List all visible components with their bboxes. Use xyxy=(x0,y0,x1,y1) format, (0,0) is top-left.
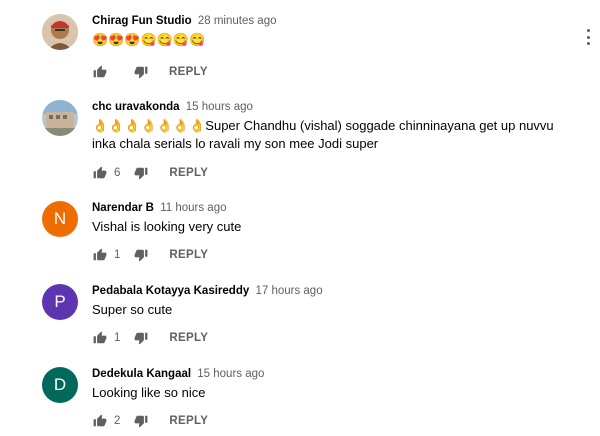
avatar-photo-icon xyxy=(42,14,78,50)
like-count: 2 xyxy=(114,415,121,427)
thumb-down-icon[interactable] xyxy=(133,64,149,80)
comment-actions: 6 REPLY xyxy=(92,163,572,183)
comment-body: chc uravakonda 15 hours ago 👌👌👌👌👌👌👌Super… xyxy=(92,100,572,183)
avatar[interactable]: P xyxy=(42,284,78,320)
reply-button[interactable]: REPLY xyxy=(169,66,208,78)
comment-time[interactable]: 28 minutes ago xyxy=(198,15,277,27)
comment-meta: Pedabala Kotayya Kasireddy 17 hours ago xyxy=(92,284,572,298)
comment-author[interactable]: Narendar B xyxy=(92,202,154,214)
reply-button[interactable]: REPLY xyxy=(169,249,208,261)
comment-author[interactable]: Chirag Fun Studio xyxy=(92,15,192,27)
comment-author[interactable]: Pedabala Kotayya Kasireddy xyxy=(92,285,249,297)
thumb-down-icon[interactable] xyxy=(133,247,149,263)
comment-text: 👌👌👌👌👌👌👌Super Chandhu (vishal) soggade ch… xyxy=(92,118,554,151)
comment-meta: chc uravakonda 15 hours ago xyxy=(92,100,572,114)
like-count: 1 xyxy=(114,249,121,261)
avatar-letter: D xyxy=(53,375,67,394)
avatar[interactable] xyxy=(42,14,78,50)
avatar[interactable]: N xyxy=(42,201,78,237)
avatar-letter: P xyxy=(54,292,66,311)
thumb-up-icon[interactable] xyxy=(92,64,108,80)
comment-actions: 2 REPLY xyxy=(92,411,572,431)
comment-text: Vishal is looking very cute xyxy=(92,219,242,234)
thumb-up-icon[interactable] xyxy=(92,247,108,263)
comment-actions: 1 REPLY xyxy=(92,328,572,348)
comment-time[interactable]: 11 hours ago xyxy=(160,202,226,214)
comment-body: Chirag Fun Studio 28 minutes ago 😍😍😍😋😋😋😋… xyxy=(92,14,572,82)
comment-actions: REPLY xyxy=(92,62,572,82)
comment-time[interactable]: 15 hours ago xyxy=(186,101,253,113)
more-vert-icon[interactable] xyxy=(582,28,594,46)
thumb-up-icon[interactable] xyxy=(92,165,108,181)
comment-meta: Narendar B 11 hours ago xyxy=(92,201,572,215)
comment-time[interactable]: 17 hours ago xyxy=(255,285,322,297)
comment-meta: Chirag Fun Studio 28 minutes ago xyxy=(92,14,572,28)
comment-body: Dedekula Kangaal 15 hours ago Looking li… xyxy=(92,367,572,431)
comment-time[interactable]: 15 hours ago xyxy=(197,368,264,380)
comment-body: Narendar B 11 hours ago Vishal is lookin… xyxy=(92,201,572,265)
avatar[interactable]: D xyxy=(42,367,78,403)
thumb-down-icon[interactable] xyxy=(133,413,149,429)
thumb-down-icon[interactable] xyxy=(133,165,149,181)
thumb-up-icon[interactable] xyxy=(92,330,108,346)
avatar-letter: N xyxy=(53,209,67,228)
reply-button[interactable]: REPLY xyxy=(169,167,208,179)
comment-author[interactable]: Dedekula Kangaal xyxy=(92,368,191,380)
like-count: 6 xyxy=(114,167,121,179)
comment-meta: Dedekula Kangaal 15 hours ago xyxy=(92,367,572,381)
avatar[interactable] xyxy=(42,100,78,136)
comment-actions: 1 REPLY xyxy=(92,245,572,265)
comment-body: Pedabala Kotayya Kasireddy 17 hours ago … xyxy=(92,284,572,348)
thumb-up-icon[interactable] xyxy=(92,413,108,429)
reply-button[interactable]: REPLY xyxy=(169,332,208,344)
comment-text: Super so cute xyxy=(92,302,173,317)
avatar-photo-icon xyxy=(42,100,78,136)
thumb-down-icon[interactable] xyxy=(133,330,149,346)
like-count: 1 xyxy=(114,332,121,344)
reply-button[interactable]: REPLY xyxy=(169,415,208,427)
comment-text: Looking like so nice xyxy=(92,385,206,400)
comment-text: 😍😍😍😋😋😋😋 xyxy=(92,32,206,47)
comment-author[interactable]: chc uravakonda xyxy=(92,101,180,113)
